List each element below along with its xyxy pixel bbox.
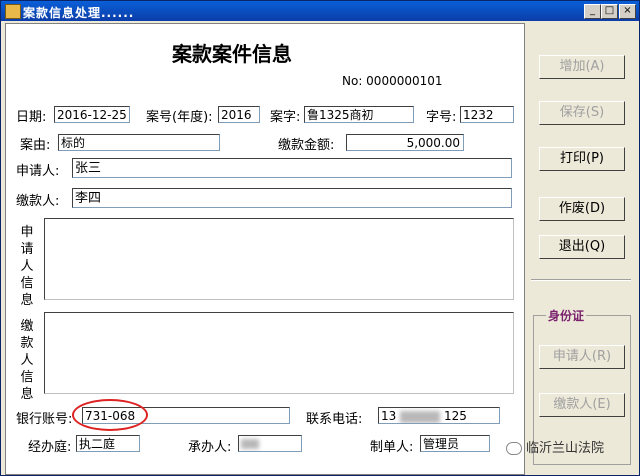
highlight-circle	[72, 399, 148, 431]
court-field[interactable]: 执二庭	[76, 435, 140, 452]
payer-info-label: 缴 款 人 信 息	[20, 319, 34, 402]
wechat-icon	[506, 442, 522, 455]
cause-field[interactable]: 标的	[58, 134, 220, 151]
phone-value-start: 13	[381, 409, 397, 423]
handler-label: 承办人:	[188, 440, 232, 455]
maker-label: 制单人:	[370, 440, 414, 455]
cause-label: 案由:	[20, 138, 51, 153]
identity-group-title: 身份证	[546, 307, 587, 324]
case-form: 案款案件信息 No: 0000000101 日期: 2016-12-25 案号(…	[5, 23, 525, 475]
maker-field[interactable]: 管理员	[420, 435, 490, 452]
maximize-button[interactable]: □	[601, 4, 618, 19]
date-label: 日期:	[16, 110, 47, 125]
payer-label: 缴款人:	[16, 194, 60, 209]
print-button[interactable]: 打印(P)	[539, 147, 625, 171]
amount-label: 缴款金额:	[278, 138, 335, 153]
case-year-field[interactable]: 2016	[218, 106, 260, 123]
case-no-field[interactable]: 1232	[460, 106, 514, 123]
handler-field[interactable]	[238, 435, 302, 452]
applicant-info-textarea[interactable]	[44, 218, 514, 300]
case-word-field[interactable]: 鲁1325商初	[304, 106, 414, 123]
window-title: 案款信息处理......	[23, 6, 135, 20]
case-no-label: 字号:	[426, 110, 457, 125]
app-window: 案款信息处理...... _ □ × 案款案件信息 No: 0000000101…	[0, 0, 640, 476]
payer-info-textarea[interactable]	[44, 312, 514, 394]
minimize-button[interactable]: _	[584, 4, 601, 19]
action-panel: 增加(A) 保存(S) 打印(P) 作废(D) 退出(Q) 身份证 申请人(R)…	[527, 23, 635, 473]
case-word-label: 案字:	[270, 110, 301, 125]
close-button[interactable]: ×	[619, 4, 636, 19]
bank-account-label: 银行账号:	[16, 412, 73, 427]
payer-id-button[interactable]: 缴款人(E)	[539, 393, 625, 417]
record-number: No: 0000000101	[342, 74, 443, 88]
title-bar[interactable]: 案款信息处理...... _ □ ×	[1, 1, 639, 21]
date-field[interactable]: 2016-12-25	[54, 106, 130, 123]
payer-field[interactable]: 李四	[72, 188, 512, 208]
watermark: 临沂兰山法院	[506, 437, 604, 456]
case-year-label: 案号(年度):	[146, 110, 213, 125]
add-button[interactable]: 增加(A)	[539, 55, 625, 79]
handler-redaction	[241, 439, 259, 449]
court-label: 经办庭:	[28, 440, 72, 455]
void-button[interactable]: 作废(D)	[539, 197, 625, 221]
applicant-label: 申请人:	[16, 164, 60, 179]
exit-button[interactable]: 退出(Q)	[539, 235, 625, 259]
phone-field[interactable]: 13 125	[378, 407, 500, 424]
applicant-field[interactable]: 张三	[72, 158, 512, 178]
phone-label: 联系电话:	[306, 412, 363, 427]
form-heading: 案款案件信息	[172, 42, 292, 66]
applicant-info-label: 申 请 人 信 息	[20, 225, 34, 308]
app-icon	[5, 4, 21, 19]
phone-redaction	[400, 410, 441, 423]
save-button[interactable]: 保存(S)	[539, 101, 625, 125]
applicant-id-button[interactable]: 申请人(R)	[539, 345, 625, 369]
phone-value-end: 125	[443, 409, 467, 423]
panel-divider	[531, 279, 631, 281]
amount-field[interactable]: 5,000.00	[346, 134, 464, 151]
